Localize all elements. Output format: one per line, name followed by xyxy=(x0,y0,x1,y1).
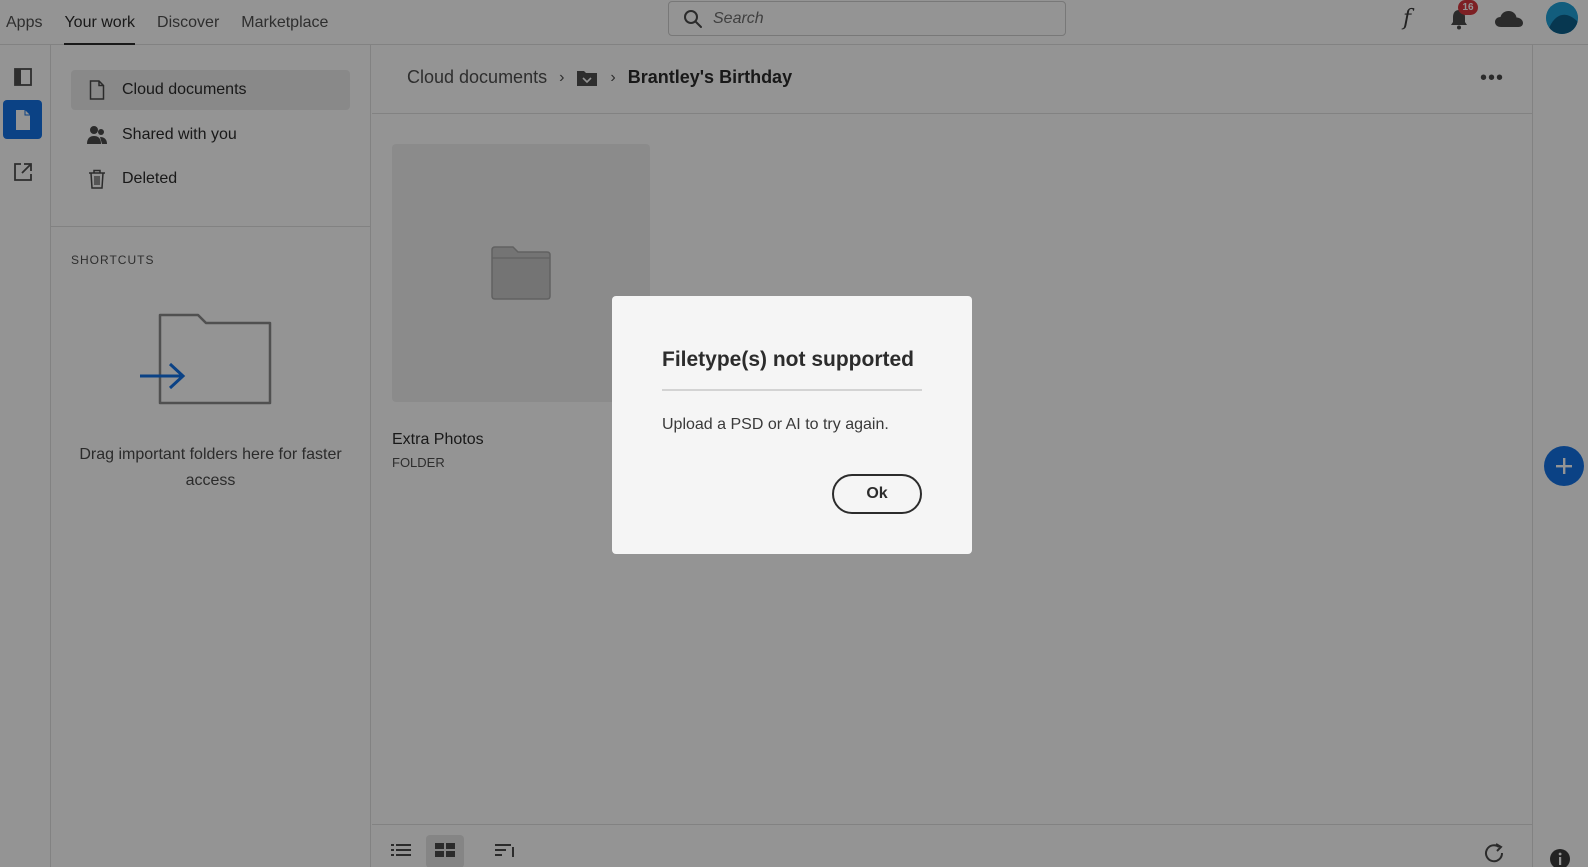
dialog-divider xyxy=(662,389,922,391)
ok-button[interactable]: Ok xyxy=(832,474,922,514)
error-dialog: Filetype(s) not supported Upload a PSD o… xyxy=(612,296,972,554)
dialog-title: Filetype(s) not supported xyxy=(662,348,914,371)
dialog-message: Upload a PSD or AI to try again. xyxy=(662,416,889,433)
